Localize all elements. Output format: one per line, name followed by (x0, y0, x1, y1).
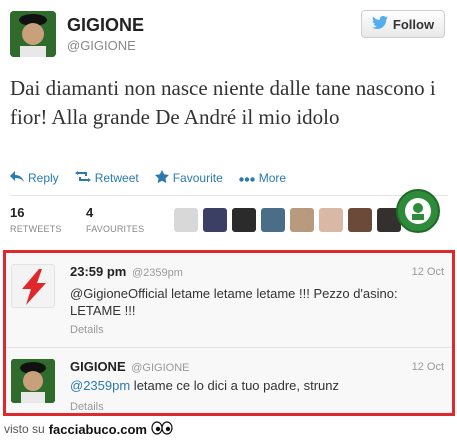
retweets-label: RETWEETS (10, 224, 62, 234)
favourite-label: Favourite (172, 171, 223, 185)
favourited-by-avatars (174, 208, 430, 232)
star-icon (154, 170, 169, 186)
reply-date[interactable]: 12 Oct (412, 361, 444, 373)
tweet-text: Dai diamanti non nasce niente dalle tane… (10, 76, 436, 129)
details-link[interactable]: Details (70, 324, 104, 336)
reply-header: GIGIONE @GIGIONE (70, 359, 189, 374)
reply-action[interactable]: Reply (10, 170, 59, 186)
reply-date[interactable]: 12 Oct (412, 266, 444, 278)
replies-box: 23:59 pm @2359pm 12 Oct @GigioneOfficial… (3, 250, 455, 416)
author-name[interactable]: GIGIONE (67, 15, 144, 36)
reply-text: @2359pm letame ce lo dici a tuo padre, s… (70, 377, 440, 394)
more-dots-icon (239, 171, 255, 185)
avatar[interactable] (174, 208, 198, 232)
retweets-stat[interactable]: 16 RETWEETS (10, 205, 62, 234)
lightning-logo-icon[interactable] (11, 264, 55, 308)
follow-button[interactable]: Follow (361, 10, 445, 38)
more-label: More (258, 171, 287, 185)
retweets-count: 16 (10, 205, 25, 220)
reply-text: @GigioneOfficial letame letame letame !!… (70, 286, 398, 318)
avatar[interactable] (203, 208, 227, 232)
reply-item[interactable]: 23:59 pm @2359pm 12 Oct @GigioneOfficial… (6, 253, 452, 347)
avatar[interactable] (290, 208, 314, 232)
reply-label: Reply (28, 171, 59, 185)
divider (10, 195, 448, 196)
favourites-count: 4 (86, 205, 94, 220)
reply-author-handle[interactable]: @2359pm (132, 267, 183, 279)
avatar[interactable] (261, 208, 285, 232)
follow-label: Follow (392, 16, 435, 32)
reply-item[interactable]: GIGIONE @GIGIONE 12 Oct @2359pm letame c… (6, 348, 452, 414)
reply-header: 23:59 pm @2359pm (70, 264, 183, 279)
reply-body: letame ce lo dici a tuo padre, strunz (130, 378, 340, 393)
avatar[interactable] (348, 208, 372, 232)
favourites-stat[interactable]: 4 FAVOURITES (86, 205, 144, 234)
reply-icon (10, 171, 24, 185)
reply-author-handle[interactable]: @GIGIONE (131, 362, 189, 374)
mention-link[interactable]: @2359pm (70, 378, 130, 393)
more-action[interactable]: More (239, 170, 286, 186)
tweet-actions: Reply Retweet Favourite More (10, 170, 286, 186)
favourite-action[interactable]: Favourite (154, 170, 223, 186)
details-link[interactable]: Details (70, 401, 104, 413)
twitter-bird-icon (371, 15, 388, 32)
badge-logo (396, 189, 440, 233)
author-handle[interactable]: @GIGIONE (67, 38, 136, 53)
avatar[interactable] (11, 359, 55, 403)
avatar[interactable] (10, 11, 56, 57)
watermark-footer: visto su facciabuco.com (0, 416, 457, 442)
retweet-action[interactable]: Retweet (74, 170, 139, 186)
retweet-label: Retweet (94, 171, 139, 185)
footer-site[interactable]: facciabuco.com (49, 422, 147, 437)
reply-author-name[interactable]: 23:59 pm (70, 264, 126, 279)
footer-prefix: visto su (4, 422, 45, 436)
favourites-label: FAVOURITES (86, 224, 145, 234)
avatar[interactable] (319, 208, 343, 232)
avatar[interactable] (232, 208, 256, 232)
reply-author-name[interactable]: GIGIONE (70, 359, 126, 374)
eyes-icon (151, 420, 173, 438)
main-tweet: GIGIONE @GIGIONE Follow Dai diamanti non… (0, 0, 457, 250)
retweet-icon (74, 171, 91, 185)
